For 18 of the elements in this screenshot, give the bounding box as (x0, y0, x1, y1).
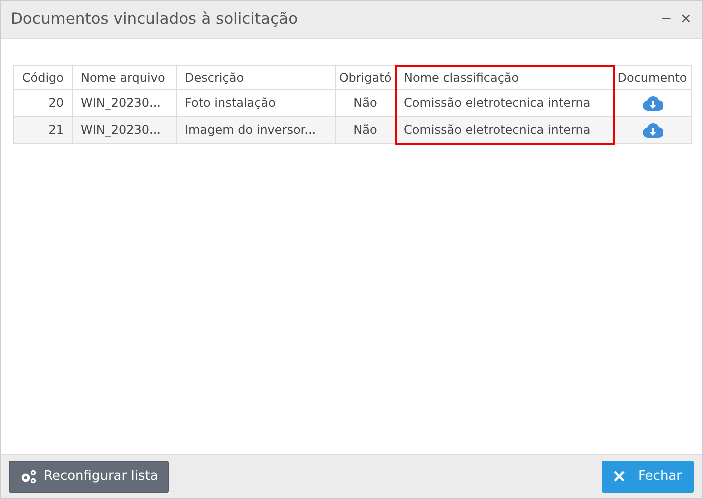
table-cell: Imagem do inversor... (176, 116, 336, 144)
close-button[interactable]: × (680, 9, 692, 30)
window-title: Documentos vinculados à solicitação (11, 8, 300, 30)
column-header[interactable]: Documento (614, 66, 692, 90)
table-cell: 21 (14, 116, 72, 144)
table-cell: WIN_20230... (72, 116, 176, 144)
cloud-download-icon[interactable] (642, 96, 662, 112)
minimize-button[interactable]: − (660, 9, 672, 30)
column-header[interactable]: Descrição (176, 66, 336, 90)
close-icon (614, 471, 625, 482)
reconfigure-button[interactable]: Reconfigurar lista (9, 460, 170, 492)
column-header[interactable]: Obrigató (336, 66, 396, 90)
column-header[interactable]: Código (14, 66, 72, 90)
column-header[interactable]: Nome arquivo (72, 66, 176, 90)
cloud-download-icon[interactable] (642, 123, 662, 138)
table-cell: Não (336, 116, 396, 144)
gears-icon (20, 468, 38, 484)
table-cell: Comissão eletrotecnica interna (396, 116, 614, 144)
